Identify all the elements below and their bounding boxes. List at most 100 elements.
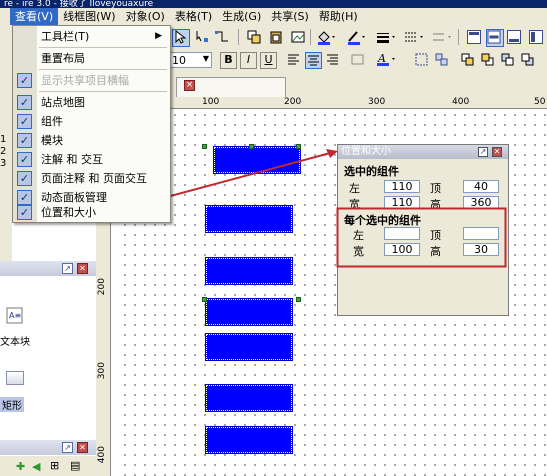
image-icon[interactable]	[290, 29, 306, 45]
menu-item-reset-layout[interactable]: 重置布局	[13, 49, 170, 68]
bold-button[interactable]: B	[220, 52, 237, 69]
selection-handle[interactable]	[296, 297, 301, 302]
menu-item-sitemap[interactable]: ✓ 站点地图	[13, 93, 170, 112]
selection-handle[interactable]	[202, 144, 207, 149]
tree-icon[interactable]: ⊞	[50, 459, 59, 472]
layout-side-icon[interactable]	[528, 29, 544, 45]
float-panel-icon[interactable]: ↗	[478, 147, 488, 157]
fill-color-icon[interactable]	[316, 29, 335, 45]
selection-handle[interactable]	[296, 144, 301, 149]
bullet-icon[interactable]	[350, 52, 365, 67]
menu-item-masters[interactable]: ✓ 模块	[13, 131, 170, 150]
paste-format-icon[interactable]	[268, 29, 284, 45]
bring-front-icon[interactable]	[460, 52, 475, 67]
tree-number-3: 3	[0, 158, 7, 169]
rectangle-widget[interactable]	[205, 298, 293, 326]
pointer-tool-icon[interactable]	[172, 29, 190, 47]
menu-share[interactable]: 共享(S)	[266, 8, 314, 25]
layout-top-icon[interactable]	[466, 29, 482, 45]
font-size-select[interactable]: 10 ▼	[168, 52, 212, 68]
rectangle-label: 矩形	[0, 397, 24, 412]
path-tool-icon[interactable]	[214, 29, 230, 45]
arrow-style-icon[interactable]	[432, 29, 451, 45]
close-panel-icon[interactable]: ✕	[492, 147, 502, 157]
svg-text:A≡: A≡	[9, 311, 21, 320]
line-style-icon[interactable]	[404, 29, 423, 45]
selected-widget-heading: 选中的组件	[344, 165, 399, 178]
line-color-icon[interactable]	[346, 29, 365, 45]
menu-table[interactable]: 表格(T)	[170, 8, 217, 25]
checkmark-icon: ✓	[17, 73, 32, 88]
menu-item-widgets[interactable]: ✓ 组件	[13, 112, 170, 131]
float-panel-icon[interactable]: ↗	[62, 263, 73, 274]
menu-wireframe[interactable]: 线框图(W)	[58, 8, 120, 25]
copy-format-icon[interactable]	[246, 29, 262, 45]
menu-item-label: 工具栏(T)	[41, 30, 90, 43]
ungroup-icon[interactable]	[434, 52, 449, 67]
layout-middle-icon[interactable]	[486, 29, 504, 47]
menu-object[interactable]: 对象(O)	[121, 8, 170, 25]
bottom-toolbar: ✚ ◀ ⊞ ▤	[0, 456, 96, 476]
group-icon[interactable]	[414, 52, 429, 67]
rectangle-widget[interactable]	[205, 384, 293, 412]
close-tab-icon[interactable]: ×	[184, 80, 195, 91]
float-panel-icon[interactable]: ↗	[62, 442, 73, 453]
bring-forward-icon[interactable]	[500, 52, 515, 67]
menu-item-page-notes[interactable]: ✓ 页面注释 和 页面交互	[13, 169, 170, 188]
menu-item-position-size[interactable]: ✓ 位置和大小	[13, 203, 170, 222]
text-block-label: 文本块	[0, 337, 30, 348]
connector-tool-icon[interactable]	[194, 29, 210, 45]
separator	[310, 29, 311, 45]
view-menu: 工具栏(T) ▶ 重置布局 ✓ 显示共享项目横幅 ✓ 站点地图 ✓ 组件 ✓ 模…	[12, 25, 171, 223]
width-input[interactable]: 110	[384, 196, 420, 209]
send-backward-icon[interactable]	[520, 52, 535, 67]
line-width-icon[interactable]	[376, 29, 395, 45]
menu-item-annotations[interactable]: ✓ 注解 和 交互	[13, 150, 170, 169]
rectangle-icon[interactable]	[6, 371, 24, 385]
separator	[458, 29, 459, 45]
align-right-icon[interactable]	[325, 52, 340, 67]
checkmark-icon: ✓	[17, 133, 32, 148]
ruler-h-label: 50	[534, 97, 546, 107]
align-center-icon[interactable]	[305, 52, 322, 69]
rectangle-widget[interactable]	[205, 333, 293, 361]
close-panel-icon[interactable]: ✕	[77, 442, 88, 453]
close-panel-icon[interactable]: ✕	[77, 263, 88, 274]
rectangle-widget[interactable]	[205, 205, 293, 233]
font-color-icon[interactable]: A	[376, 52, 400, 67]
underline-button[interactable]: U	[260, 52, 277, 69]
window-title: re - ire 3.0 - 接收了 Iloveyouaxure	[0, 0, 547, 8]
each-top-input[interactable]	[463, 227, 499, 240]
page-icon[interactable]: ▤	[70, 459, 80, 472]
checkmark-icon: ✓	[17, 205, 32, 220]
menu-view[interactable]: 查看(V)	[10, 8, 59, 25]
each-left-input[interactable]	[384, 227, 420, 240]
align-left-icon[interactable]	[286, 52, 301, 67]
menu-generate[interactable]: 生成(G)	[217, 8, 266, 25]
height-label: 高	[430, 198, 441, 211]
each-top-label: 顶	[430, 229, 441, 242]
text-block-icon[interactable]: A≡	[6, 307, 24, 325]
rectangle-widget[interactable]	[213, 146, 301, 174]
selection-handle[interactable]	[249, 144, 254, 149]
each-width-input[interactable]: 100	[384, 243, 420, 256]
selection-handle[interactable]	[202, 297, 207, 302]
menu-item-label: 重置布局	[41, 52, 85, 65]
height-input[interactable]: 360	[463, 196, 499, 209]
layout-bottom-icon[interactable]	[506, 29, 522, 45]
ruler-h-label: 300	[368, 97, 386, 107]
each-height-input[interactable]: 30	[463, 243, 499, 256]
left-input[interactable]: 110	[384, 180, 420, 193]
top-input[interactable]: 40	[463, 180, 499, 193]
bottom-panel-header: ↗ ✕	[0, 440, 96, 455]
send-back-icon[interactable]	[480, 52, 495, 67]
rectangle-widget[interactable]	[205, 257, 293, 285]
rectangle-widget[interactable]	[205, 426, 293, 454]
menu-item-label: 页面注释 和 页面交互	[41, 172, 147, 185]
add-icon[interactable]: ✚	[16, 460, 25, 473]
menu-item-toolbars[interactable]: 工具栏(T) ▶	[13, 27, 170, 46]
italic-button[interactable]: I	[240, 52, 257, 69]
arrow-left-icon[interactable]: ◀	[32, 460, 40, 473]
menu-help[interactable]: 帮助(H)	[314, 8, 363, 25]
width-label: 宽	[349, 198, 360, 211]
